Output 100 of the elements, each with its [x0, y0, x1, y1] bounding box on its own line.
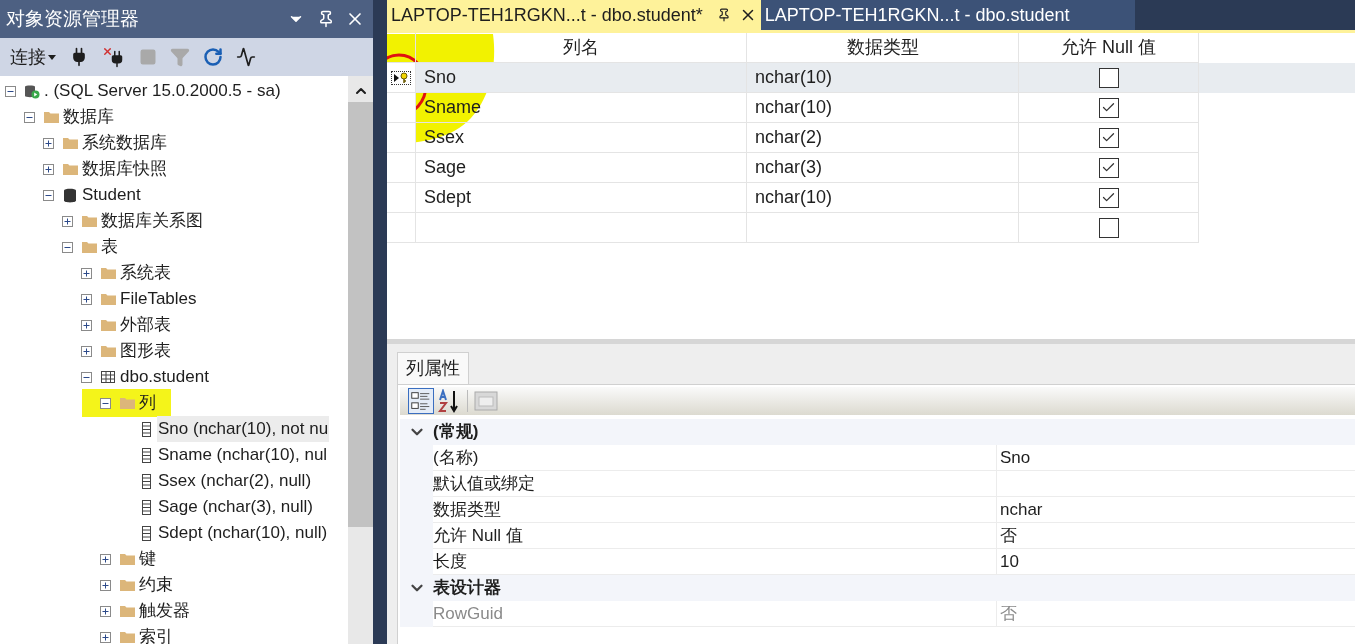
- folder-icon: [62, 163, 78, 175]
- folder-icon: [119, 397, 135, 409]
- tree-item[interactable]: 索引: [138, 624, 174, 644]
- data-type-cell[interactable]: nchar(10): [747, 93, 1019, 124]
- document-tab[interactable]: LAPTOP-TEH1RGKN...t - dbo.student: [760, 0, 1135, 31]
- server-icon: [24, 83, 40, 99]
- property-name[interactable]: 数据类型: [433, 496, 501, 523]
- collapse-icon[interactable]: [62, 241, 73, 253]
- activity-icon[interactable]: [236, 47, 256, 67]
- tree-item[interactable]: 数据库快照: [81, 156, 168, 182]
- expand-icon[interactable]: [81, 345, 92, 357]
- allow-null-checkbox[interactable]: [1098, 127, 1119, 148]
- folder-icon: [100, 319, 116, 331]
- allow-null-checkbox[interactable]: [1098, 97, 1119, 118]
- caret-icon: [48, 54, 56, 60]
- expand-icon[interactable]: [100, 579, 111, 591]
- collapse-icon[interactable]: [43, 189, 54, 201]
- tree-item[interactable]: Sname (nchar(10), nul: [157, 442, 329, 468]
- current-key-icon: [392, 71, 410, 84]
- allow-null-checkbox[interactable]: [1098, 187, 1119, 208]
- folder-icon: [119, 605, 135, 617]
- categorized-icon[interactable]: [408, 388, 434, 414]
- tree-item[interactable]: 系统数据库: [81, 130, 168, 156]
- expand-icon[interactable]: [100, 605, 111, 617]
- tree-item[interactable]: . (SQL Server 15.0.2000.5 - sa): [43, 78, 282, 104]
- tree-item[interactable]: Sage (nchar(3), null): [157, 494, 314, 520]
- collapse-icon[interactable]: [24, 111, 35, 123]
- expand-icon[interactable]: [43, 163, 54, 175]
- expand-icon[interactable]: [100, 631, 111, 643]
- folder-icon: [43, 111, 59, 123]
- expand-icon[interactable]: [81, 319, 92, 331]
- column-name-cell[interactable]: Sage: [416, 153, 747, 184]
- column-icon: [141, 499, 151, 515]
- folder-icon: [119, 553, 135, 565]
- tree-item[interactable]: 系统表: [119, 260, 172, 286]
- tree-item[interactable]: 数据库: [62, 104, 115, 130]
- folder-icon: [100, 293, 116, 305]
- column-name-cell[interactable]: Sdept: [416, 183, 747, 214]
- tree-item[interactable]: 列: [138, 390, 157, 416]
- tree-item[interactable]: 外部表: [119, 312, 172, 338]
- pin-icon[interactable]: [317, 10, 335, 28]
- tree-item[interactable]: FileTables: [119, 286, 198, 312]
- collapse-icon[interactable]: [81, 371, 92, 383]
- expand-icon[interactable]: [43, 137, 54, 149]
- expand-icon[interactable]: [81, 293, 92, 305]
- folder-icon: [62, 137, 78, 149]
- pin-icon[interactable]: [716, 8, 731, 23]
- scroll-thumb[interactable]: [348, 102, 373, 527]
- data-type-cell[interactable]: nchar(10): [747, 183, 1019, 214]
- folder-icon: [81, 241, 97, 253]
- folder-icon: [100, 267, 116, 279]
- sort-alphabetical-icon[interactable]: [437, 389, 461, 413]
- tree-item[interactable]: 键: [138, 546, 157, 572]
- tree-item[interactable]: Sno (nchar(10), not nu: [157, 416, 330, 442]
- properties-tab[interactable]: 列属性: [397, 352, 469, 384]
- connect-button[interactable]: 连接: [10, 43, 56, 71]
- property-name[interactable]: 允许 Null 值: [433, 522, 523, 549]
- category-label: (常规): [433, 421, 479, 444]
- property-value[interactable]: Sno: [1000, 444, 1031, 471]
- property-name[interactable]: 长度: [433, 548, 467, 575]
- expand-icon[interactable]: [100, 553, 111, 565]
- refresh-icon[interactable]: [203, 47, 223, 67]
- property-value[interactable]: 10: [1000, 548, 1019, 575]
- panel-title: 对象资源管理器: [6, 6, 139, 31]
- tree-item[interactable]: dbo.student: [119, 364, 210, 390]
- tree-item[interactable]: Student: [81, 182, 142, 208]
- property-name[interactable]: (名称): [433, 444, 479, 471]
- property-value[interactable]: nchar: [1000, 496, 1043, 523]
- tree-item[interactable]: Ssex (nchar(2), null): [157, 468, 313, 494]
- tree-item[interactable]: 触发器: [138, 598, 191, 624]
- category-label: 表设计器: [433, 577, 501, 600]
- expand-icon[interactable]: [62, 215, 73, 227]
- allow-null-checkbox[interactable]: [1098, 157, 1119, 178]
- document-tab[interactable]: LAPTOP-TEH1RGKN...t - dbo.student*: [387, 0, 761, 31]
- data-type-cell[interactable]: nchar(2): [747, 123, 1019, 154]
- data-type-cell[interactable]: nchar(10): [747, 63, 1019, 94]
- scrollbar[interactable]: [348, 76, 373, 644]
- database-icon: [64, 187, 76, 203]
- folder-icon: [100, 345, 116, 357]
- tree-item[interactable]: 约束: [138, 572, 174, 598]
- tree-item[interactable]: Sdept (nchar(10), null): [157, 520, 329, 546]
- folder-icon: [119, 631, 135, 643]
- column-icon: [141, 525, 151, 541]
- collapse-icon[interactable]: [5, 85, 16, 97]
- folder-icon: [81, 215, 97, 227]
- allow-null-checkbox[interactable]: [1098, 67, 1119, 88]
- expand-icon[interactable]: [81, 267, 92, 279]
- tree-item[interactable]: 表: [100, 234, 119, 260]
- table-icon: [101, 371, 115, 383]
- allow-null-checkbox[interactable]: [1098, 217, 1119, 238]
- column-icon: [141, 421, 151, 437]
- tree-item[interactable]: 图形表: [119, 338, 172, 364]
- property-value[interactable]: 否: [1000, 522, 1017, 549]
- property-name[interactable]: 默认值或绑定: [433, 470, 535, 497]
- empty-cell[interactable]: [747, 213, 1019, 244]
- collapse-icon[interactable]: [100, 397, 111, 409]
- row-selector[interactable]: [387, 63, 416, 94]
- tree-item[interactable]: 数据库关系图: [100, 208, 204, 234]
- column-icon: [141, 473, 151, 489]
- data-type-cell[interactable]: nchar(3): [747, 153, 1019, 184]
